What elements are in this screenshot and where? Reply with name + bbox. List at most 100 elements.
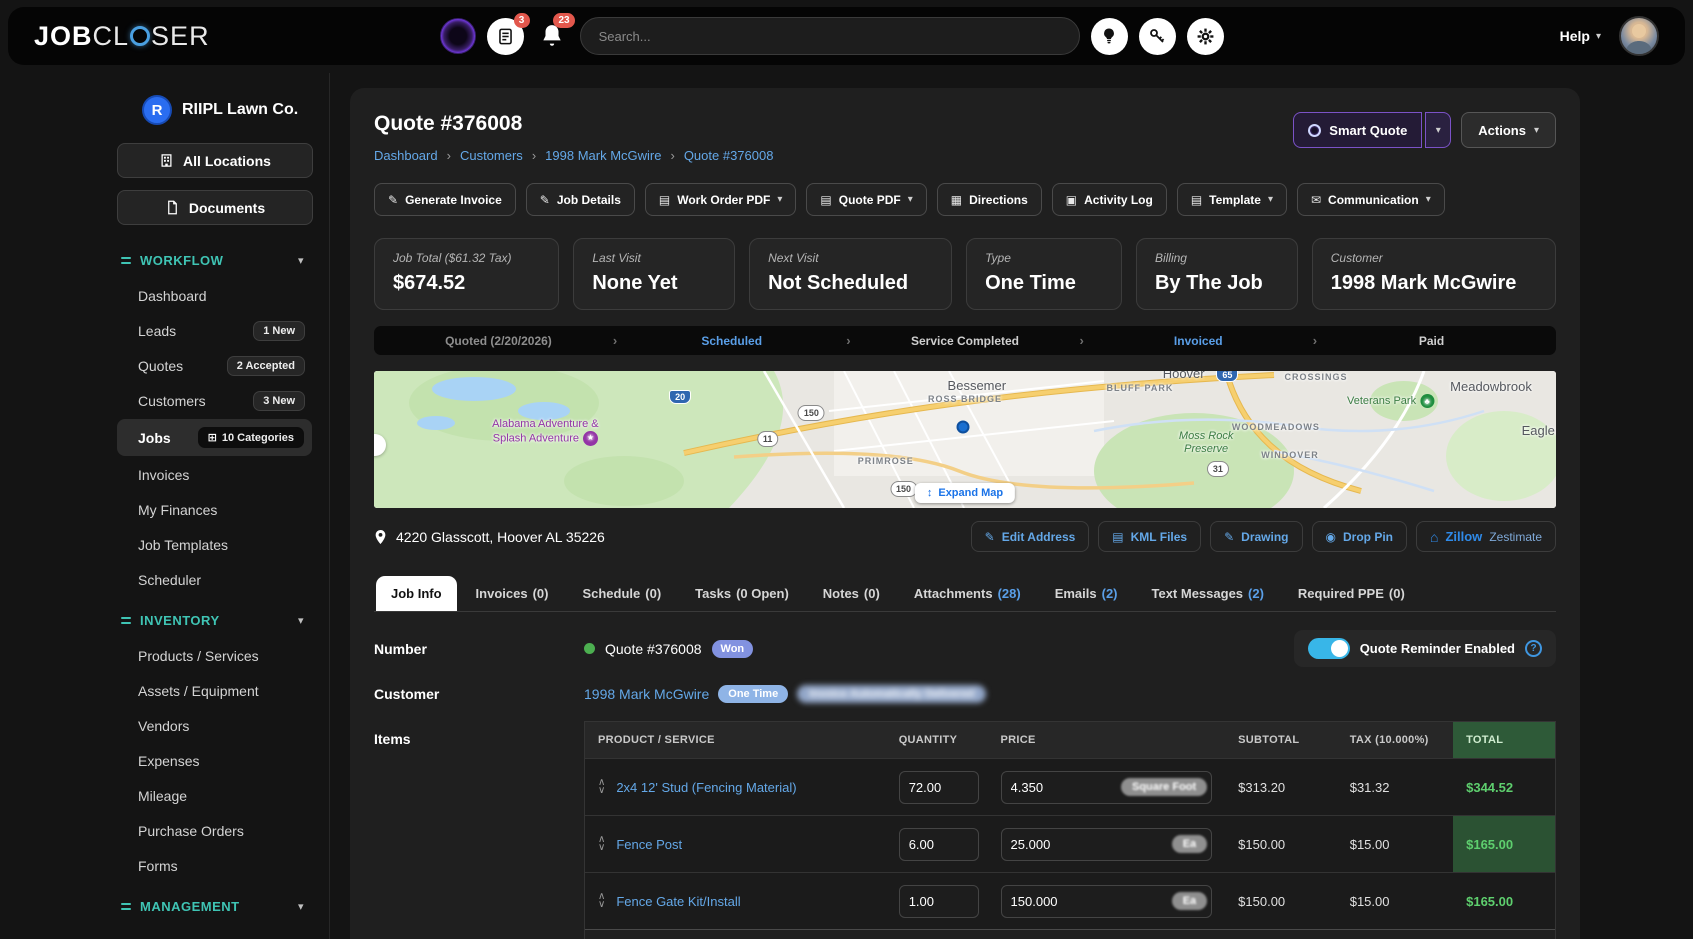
nav-label: Customers <box>138 393 206 409</box>
activity-log-button[interactable]: ▣Activity Log <box>1052 183 1167 216</box>
breadcrumb-customers[interactable]: Customers <box>460 148 523 163</box>
smart-quote-dropdown[interactable]: ▾ <box>1425 112 1451 148</box>
sidebar-item-forms[interactable]: Forms <box>0 848 329 883</box>
sidebar-item-customers[interactable]: Customers3 New <box>0 383 329 418</box>
expand-map-button[interactable]: ↕ Expand Map <box>915 483 1015 503</box>
sidebar-item-jobs[interactable]: Jobs⊞10 Categories <box>117 419 312 456</box>
logo-text-ser: SER <box>151 21 210 52</box>
pipeline-quoted[interactable]: Quoted (2/20/2026) <box>384 334 613 348</box>
breadcrumb-quote[interactable]: Quote #376008 <box>684 148 774 163</box>
breadcrumb-customer-name[interactable]: 1998 Mark McGwire <box>545 148 661 163</box>
drawing-icon: ✎ <box>1224 530 1234 544</box>
sidebar-item-assets-equipment[interactable]: Assets / Equipment <box>0 673 329 708</box>
task-list-button[interactable]: 3 <box>487 18 524 55</box>
map-pin-icon <box>374 529 387 545</box>
drawing-button[interactable]: ✎Drawing <box>1210 521 1302 552</box>
customer-link[interactable]: 1998 Mark McGwire <box>584 686 709 702</box>
product-link[interactable]: Fence Post <box>616 837 682 852</box>
job-details-button[interactable]: ✎Job Details <box>526 183 635 216</box>
all-locations-button[interactable]: All Locations <box>117 143 313 178</box>
sidebar-item-quotes[interactable]: Quotes2 Accepted <box>0 348 329 383</box>
breadcrumb-dashboard[interactable]: Dashboard <box>374 148 438 163</box>
number-label: Number <box>374 641 584 657</box>
product-link[interactable]: Fence Gate Kit/Install <box>616 894 740 909</box>
reorder-handle[interactable]: ∧∨ <box>598 779 605 795</box>
pipeline-scheduled[interactable]: Scheduled <box>617 334 846 348</box>
zillow-zestimate-button[interactable]: ⌂ Zillow Zestimate <box>1416 521 1556 552</box>
help-menu[interactable]: Help ▾ <box>1560 28 1601 44</box>
sidebar-item-invoices[interactable]: Invoices <box>0 457 329 492</box>
tab-required-ppe[interactable]: Required PPE(0) <box>1283 576 1420 611</box>
tab-schedule[interactable]: Schedule(0) <box>567 576 676 611</box>
pipeline-service-completed[interactable]: Service Completed <box>851 334 1080 348</box>
status-ring-icon[interactable] <box>440 18 476 54</box>
tab-text-messages[interactable]: Text Messages(2) <box>1137 576 1279 611</box>
template-button[interactable]: ▤Template▾ <box>1177 183 1287 216</box>
sidebar-item-my-finances[interactable]: My Finances <box>0 492 329 527</box>
tab-invoices[interactable]: Invoices(0) <box>461 576 564 611</box>
kml-files-button[interactable]: ▤KML Files <box>1098 521 1201 552</box>
quote-number: Quote #376008 <box>605 641 702 657</box>
status-dot <box>584 643 595 654</box>
leads-badge: 1 New <box>253 321 305 341</box>
quote-reminder-toggle[interactable] <box>1308 638 1350 659</box>
idea-button[interactable] <box>1091 18 1128 55</box>
sidebar-item-dashboard[interactable]: Dashboard <box>0 278 329 313</box>
total-value: $344.52 <box>1453 759 1555 815</box>
sidebar-item-purchase-orders[interactable]: Purchase Orders <box>0 813 329 848</box>
pipeline-invoiced[interactable]: Invoiced <box>1084 334 1313 348</box>
tab-tasks[interactable]: Tasks(0 Open) <box>680 576 804 611</box>
sidebar-item-mileage[interactable]: Mileage <box>0 778 329 813</box>
company-row[interactable]: R RIIPL Lawn Co. <box>142 95 329 125</box>
quantity-input[interactable] <box>899 885 979 918</box>
section-management[interactable]: MANAGEMENT ▾ <box>0 883 329 924</box>
help-tooltip-icon[interactable]: ? <box>1525 640 1542 657</box>
sidebar-item-expenses[interactable]: Expenses <box>0 743 329 778</box>
pipeline-paid[interactable]: Paid <box>1317 334 1546 348</box>
edit-address-button[interactable]: ✎Edit Address <box>971 521 1090 552</box>
communication-button[interactable]: ✉Communication▾ <box>1297 183 1445 216</box>
sidebar-item-scheduler[interactable]: Scheduler <box>0 562 329 597</box>
user-avatar[interactable] <box>1619 16 1659 56</box>
reorder-handle[interactable]: ∧∨ <box>598 836 605 852</box>
reorder-handle[interactable]: ∧∨ <box>598 893 605 909</box>
key-button[interactable] <box>1139 18 1176 55</box>
total-value: $165.00 <box>1453 873 1555 929</box>
search-input[interactable] <box>580 17 1080 55</box>
tab-attachments[interactable]: Attachments(28) <box>899 576 1036 611</box>
tab-job-info[interactable]: Job Info <box>376 576 457 611</box>
zestimate-label: Zestimate <box>1489 530 1542 544</box>
sidebar-item-leads[interactable]: Leads1 New <box>0 313 329 348</box>
section-inventory[interactable]: INVENTORY ▾ <box>0 597 329 638</box>
directions-button[interactable]: ▦Directions <box>937 183 1042 216</box>
quantity-input[interactable] <box>899 771 979 804</box>
expand-icon: ↕ <box>927 487 933 499</box>
generate-invoice-button[interactable]: ✎Generate Invoice <box>374 183 516 216</box>
notifications-button[interactable]: 23 <box>535 18 569 55</box>
nav-label: My Finances <box>138 502 217 518</box>
work-order-pdf-button[interactable]: ▤Work Order PDF▾ <box>645 183 797 216</box>
route-shield: 31 <box>1207 461 1229 477</box>
documents-button[interactable]: Documents <box>117 190 313 225</box>
product-link[interactable]: 2x4 12' Stud (Fencing Material) <box>616 780 796 795</box>
tab-notes[interactable]: Notes(0) <box>808 576 895 611</box>
map-canvas[interactable]: Bessemer ROSS BRIDGE BLUFF PARK Hoover C… <box>374 371 1556 508</box>
settings-button[interactable] <box>1187 18 1224 55</box>
toolbar: ✎Generate Invoice ✎Job Details ▤Work Ord… <box>374 183 1556 216</box>
main-panel: Quote #376008 Dashboard › Customers › 19… <box>350 88 1580 939</box>
quantity-input[interactable] <box>899 828 979 861</box>
sidebar-item-vendors[interactable]: Vendors <box>0 708 329 743</box>
job-location-marker[interactable] <box>956 421 969 434</box>
sidebar-item-products-services[interactable]: Products / Services <box>0 638 329 673</box>
chevron-right-icon: › <box>661 148 683 163</box>
sidebar-item-job-templates[interactable]: Job Templates <box>0 527 329 562</box>
actions-button[interactable]: Actions ▾ <box>1461 112 1556 148</box>
section-workflow[interactable]: WORKFLOW ▾ <box>0 237 329 278</box>
toggle-knob <box>1331 640 1348 657</box>
drop-pin-button[interactable]: ◉Drop Pin <box>1312 521 1407 552</box>
quote-pdf-button[interactable]: ▤Quote PDF▾ <box>806 183 926 216</box>
help-label: Help <box>1560 28 1590 44</box>
total-row-label: Total <box>585 930 886 939</box>
tab-emails[interactable]: Emails(2) <box>1040 576 1133 611</box>
smart-quote-button[interactable]: Smart Quote <box>1293 112 1422 148</box>
